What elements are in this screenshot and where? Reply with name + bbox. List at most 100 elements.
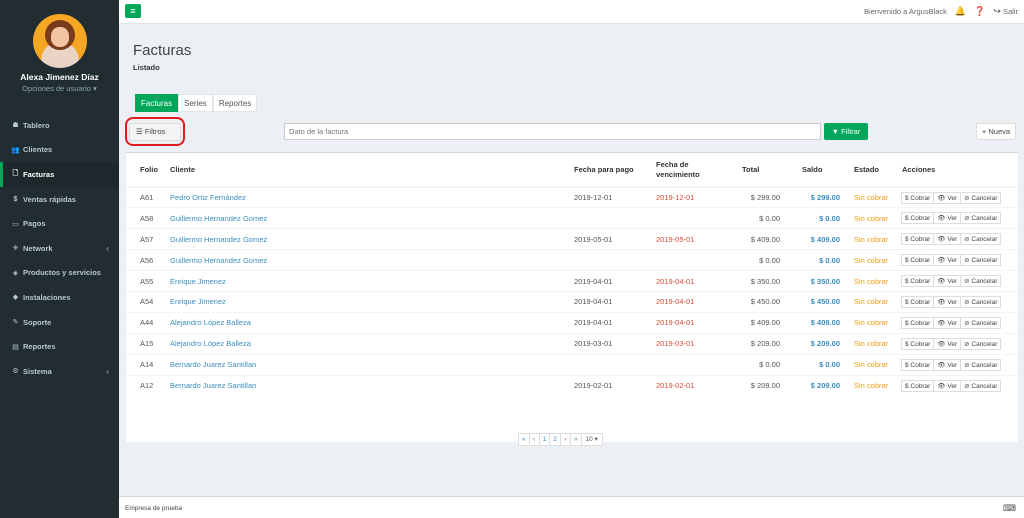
cell-cliente-link[interactable]: Alejandro López Balleza [170, 311, 574, 334]
cell-fecha-vencimiento: 2019-03-01 [656, 332, 724, 355]
ver-button[interactable]: 👁 Ver [933, 275, 962, 287]
cell-estado: Sin cobrar [846, 270, 902, 292]
cobrar-button[interactable]: $ Cobrar [901, 358, 935, 371]
sidebar-item-icon: ◆ [12, 294, 19, 302]
cell-cliente-link[interactable]: Enrique Jimenez [170, 290, 574, 313]
cobrar-button[interactable]: $ Cobrar [901, 212, 935, 225]
help-icon[interactable]: ❓ [974, 6, 985, 17]
ver-button[interactable]: 👁 Ver [933, 233, 962, 246]
sidebar-item-instalaciones[interactable]: ◆ Instalaciones [0, 285, 119, 310]
sidebar-item-productos-y-servicios[interactable]: ◈ Productos y servicios [0, 261, 119, 286]
sidebar-item-icon: 👥 [11, 146, 20, 154]
cancelar-button[interactable]: ⊘ Cancelar [960, 191, 1002, 204]
sidebar-item-label: Instalaciones [23, 292, 71, 302]
sidebar-item-network[interactable]: ❈ Network ‹ [0, 236, 119, 261]
table-row: A58 Guillermo Hernandez Gomez $ 0.00 $ 0.00… [126, 207, 1018, 229]
cell-total: $ 0.00 [724, 249, 786, 271]
ver-button[interactable]: 👁 Ver [933, 191, 962, 204]
ver-button[interactable]: 👁 Ver [933, 379, 962, 392]
cobrar-button[interactable]: $ Cobrar [901, 379, 935, 392]
logout-icon: ↪ [993, 6, 1001, 16]
logout-label: Salir [1002, 7, 1018, 16]
cancelar-button[interactable]: ⊘ Cancelar [960, 337, 1002, 350]
cell-saldo: $ 0.00 [786, 353, 846, 376]
cell-cliente-link[interactable]: Guillermo Hernandez Gomez [170, 249, 574, 271]
cancelar-button[interactable]: ⊘ Cancelar [960, 233, 1002, 246]
table-row: A57 Guillermo Hernandez Gomez 2019-05-01 20… [126, 228, 1018, 250]
cell-folio: A44 [126, 311, 170, 334]
new-invoice-button[interactable]: + Nueva [976, 123, 1016, 140]
cobrar-button[interactable]: $ Cobrar [901, 337, 935, 350]
user-options-dropdown[interactable]: Opciones de usuario ▾ [0, 84, 119, 93]
cell-cliente-link[interactable]: Alejandro López Balleza [170, 332, 574, 355]
cell-cliente-link[interactable]: Enrique Jimenez [170, 270, 574, 292]
filters-label: Filtros [144, 127, 166, 136]
ver-button[interactable]: 👁 Ver [933, 254, 962, 267]
cobrar-button[interactable]: $ Cobrar [901, 295, 935, 308]
cobrar-button[interactable]: $ Cobrar [901, 254, 935, 267]
filters-button[interactable]: ☰ Filtros [129, 123, 181, 141]
ver-button[interactable]: 👁 Ver [933, 316, 962, 329]
chevron-left-icon: ‹ [106, 243, 109, 253]
keyboard-icon[interactable]: ⌨ [1003, 503, 1016, 514]
cancelar-button[interactable]: ⊘ Cancelar [960, 379, 1002, 392]
cell-fecha-pago: 2019-04-01 [574, 270, 656, 292]
cell-estado: Sin cobrar [846, 207, 902, 229]
cell-fecha-pago [574, 207, 656, 229]
sidebar-item-pagos[interactable]: ▭ Pagos [0, 211, 119, 236]
cancelar-button[interactable]: ⊘ Cancelar [960, 358, 1002, 371]
tabs: Facturas Series Reportes [135, 94, 258, 112]
filter-button[interactable]: ▼ Filtrar [824, 123, 868, 140]
per-page-select[interactable]: 10 ▾ [580, 433, 603, 446]
cell-estado: Sin cobrar [846, 311, 902, 334]
header-estado: Estado [846, 153, 902, 188]
sidebar-item-tablero[interactable]: ☗ Tablero [0, 113, 119, 138]
sidebar-item-label: Ventas rápidas [23, 194, 76, 204]
sidebar-item-ventas-rápidas[interactable]: $ Ventas rápidas [0, 187, 119, 212]
cell-total: $ 450.00 [724, 290, 786, 313]
new-label: Nueva [988, 127, 1011, 136]
cell-total: $ 409.00 [724, 228, 786, 250]
cobrar-button[interactable]: $ Cobrar [901, 233, 935, 246]
cobrar-button[interactable]: $ Cobrar [901, 316, 935, 329]
cancelar-button[interactable]: ⊘ Cancelar [960, 275, 1002, 287]
tab-series[interactable]: Series [178, 94, 213, 112]
cell-cliente-link[interactable]: Guillermo Hernandez Gomez [170, 228, 574, 250]
ver-button[interactable]: 👁 Ver [933, 212, 962, 225]
cell-cliente-link[interactable]: Guillermo Hernandez Gomez [170, 207, 574, 229]
sidebar-item-soporte[interactable]: ✎ Soporte [0, 310, 119, 335]
search-input[interactable] [284, 123, 821, 140]
tab-facturas[interactable]: Facturas [135, 94, 179, 112]
ver-button[interactable]: 👁 Ver [933, 337, 962, 350]
cell-folio: A15 [126, 332, 170, 355]
cancelar-button[interactable]: ⊘ Cancelar [960, 212, 1002, 225]
cell-folio: A14 [126, 353, 170, 376]
sidebar-item-sistema[interactable]: ⚙ Sistema ‹ [0, 359, 119, 384]
cell-cliente-link[interactable]: Pedro Ortiz Fernández [170, 186, 574, 208]
sidebar-item-clientes[interactable]: 👥 Clientes [0, 138, 119, 163]
logout-link[interactable]: ↪ Salir [993, 6, 1018, 17]
cancelar-button[interactable]: ⊘ Cancelar [960, 295, 1002, 308]
cell-cliente-link[interactable]: Bernardo Juarez Santillan [170, 353, 574, 376]
ver-button[interactable]: 👁 Ver [933, 358, 962, 371]
bell-icon[interactable]: 🔔 [955, 6, 966, 17]
cell-fecha-vencimiento: 2019-05-01 [656, 228, 724, 250]
cell-saldo: $ 0.00 [786, 207, 846, 229]
sidebar-item-icon: ✎ [12, 319, 19, 327]
sidebar-toggle-button[interactable]: ≡ [125, 4, 141, 18]
tab-reportes[interactable]: Reportes [212, 94, 258, 112]
cancelar-button[interactable]: ⊘ Cancelar [960, 316, 1002, 329]
cell-folio: A58 [126, 207, 170, 229]
cell-fecha-pago: 2019-04-01 [574, 311, 656, 334]
cell-estado: Sin cobrar [846, 374, 902, 396]
cobrar-button[interactable]: $ Cobrar [901, 275, 935, 287]
cell-folio: A12 [126, 374, 170, 396]
cell-cliente-link[interactable]: Bernardo Juarez Santillan [170, 374, 574, 396]
cancelar-button[interactable]: ⊘ Cancelar [960, 254, 1002, 267]
ver-button[interactable]: 👁 Ver [933, 295, 962, 308]
sidebar-item-reportes[interactable]: ▤ Reportes [0, 334, 119, 359]
cell-saldo: $ 209.00 [786, 332, 846, 355]
table-row: A15 Alejandro López Balleza 2019-03-01 2019… [126, 332, 1018, 355]
cobrar-button[interactable]: $ Cobrar [901, 191, 935, 204]
sidebar-item-facturas[interactable]: 🗋 Facturas [0, 162, 119, 187]
